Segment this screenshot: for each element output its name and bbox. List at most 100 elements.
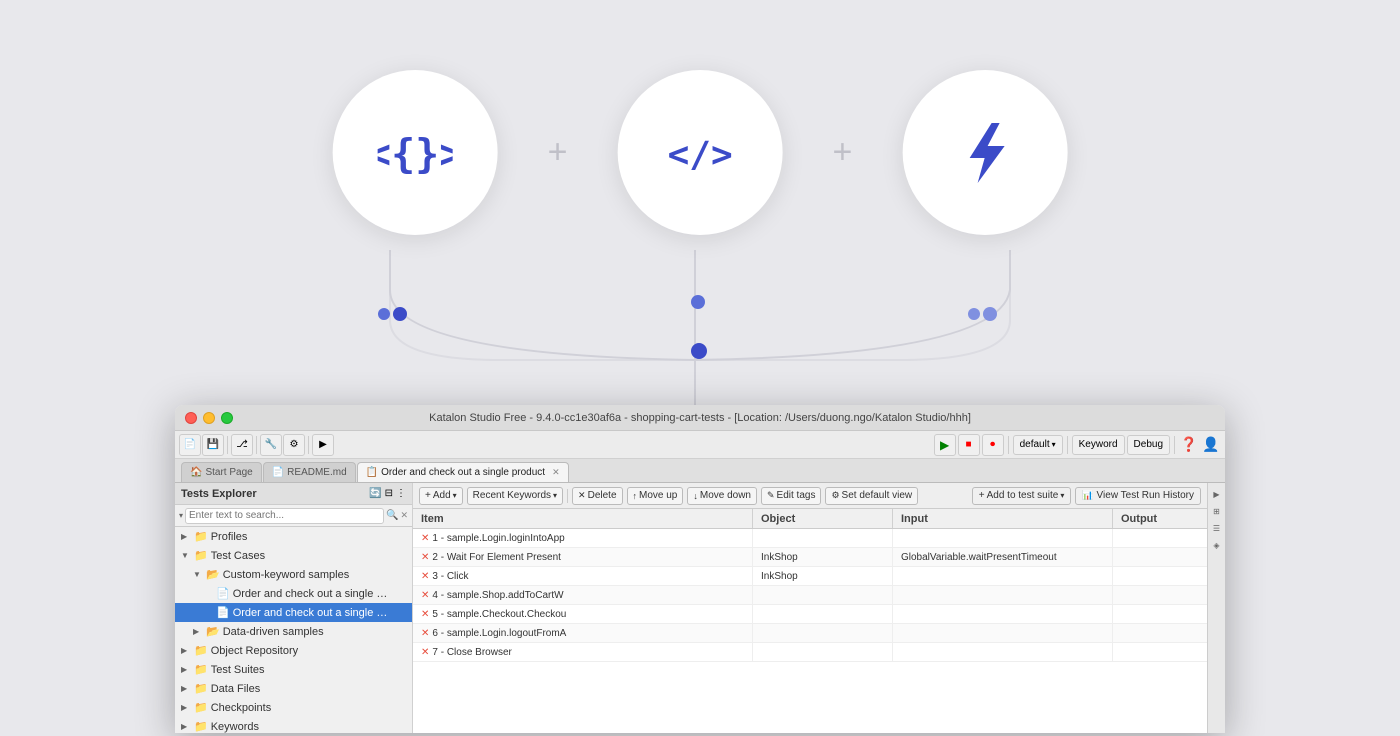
right-panel-btn-3[interactable]: ☰ [1210, 521, 1224, 535]
set-default-view-button[interactable]: ⚙ Set default view [825, 487, 918, 505]
recent-keywords-button[interactable]: Recent Keywords ▾ [467, 487, 563, 505]
toolbar: 📄 💾 ⎇ 🔧 ⚙ ▶ ▶ ■ ⏺ default ▾ Keyword Debu… [175, 431, 1225, 459]
table-row[interactable]: ✕2 - Wait For Element PresentInkShopGlob… [413, 548, 1207, 567]
sidebar-item-custom-keyword[interactable]: ▼ 📂 Custom-keyword samples [175, 565, 412, 584]
search-input[interactable] [185, 508, 384, 524]
sidebar-item-profiles[interactable]: ▶ 📁 Profiles [175, 527, 412, 546]
toolbar-icon-2[interactable]: 💾 [202, 434, 224, 456]
table-cell [893, 567, 1113, 585]
right-panel-btn-1[interactable]: ▶ [1210, 487, 1224, 501]
tab-close-btn[interactable]: ✕ [552, 467, 560, 478]
col-header-object: Object [753, 509, 893, 528]
toolbar-icon-3[interactable]: 🔧 [260, 434, 282, 456]
toolbar-icon-1[interactable]: 📄 [179, 434, 201, 456]
tab-readme[interactable]: 📄 README.md [263, 462, 356, 482]
data-driven-label: Data-driven samples [223, 626, 324, 638]
sidebar-item-test-cases[interactable]: ▼ 📁 Test Cases [175, 546, 412, 565]
center-bottom-dot [691, 343, 707, 359]
stop-button[interactable]: ■ [958, 434, 980, 456]
view-test-run-history-button[interactable]: 📊 View Test Run History [1075, 487, 1201, 505]
data-files-arrow: ▶ [181, 684, 191, 693]
table-row[interactable]: ✕7 - Close Browser [413, 643, 1207, 662]
view-history-label: View Test Run History [1097, 490, 1194, 501]
plus-icon-1: + [548, 133, 568, 172]
add-to-test-suite-button[interactable]: + Add to test suite ▾ [972, 487, 1072, 505]
table-cell [893, 586, 1113, 604]
edit-tags-button[interactable]: ✎ Edit tags [761, 487, 821, 505]
right-panel-btn-2[interactable]: ⊞ [1210, 504, 1224, 518]
toolbar-icon-4[interactable]: ⚙ [283, 434, 305, 456]
move-down-button[interactable]: ↓ Move down [687, 487, 757, 505]
delete-label: Delete [588, 490, 617, 501]
tab-order-product[interactable]: 📋 Order and check out a single product ✕ [357, 462, 569, 482]
keywords-icon: 📁 [194, 720, 208, 733]
traffic-light-green[interactable] [221, 412, 233, 424]
order-coupon-label: Order and check out a single product usi… [233, 607, 388, 619]
sidebar-item-order-single[interactable]: 📄 Order and check out a single product [175, 584, 412, 603]
start-page-label: Start Page [205, 467, 252, 478]
table-cell: ✕2 - Wait For Element Present [413, 548, 753, 566]
table-cell: GlobalVariable.waitPresentTimeout [893, 548, 1113, 566]
tab-start-page[interactable]: 🏠 Start Page [181, 462, 262, 482]
default-profile[interactable]: default ▾ [1013, 435, 1063, 455]
order-product-icon: 📋 [366, 467, 378, 478]
user-btn[interactable]: 👤 [1201, 435, 1221, 455]
sidebar-item-object-repo[interactable]: ▶ 📁 Object Repository [175, 641, 412, 660]
sidebar-title: Tests Explorer [181, 488, 257, 500]
sidebar-sync-icon[interactable]: 🔄 [369, 488, 381, 499]
data-driven-icon: 📂 [206, 625, 220, 638]
table-row[interactable]: ✕5 - sample.Checkout.Checkou [413, 605, 1207, 624]
clear-search-icon[interactable]: ✕ [400, 510, 408, 521]
search-icon[interactable]: 🔍 [386, 510, 398, 521]
content-area: + Add ▾ Recent Keywords ▾ ✕ Delete ↑ Mov… [413, 483, 1207, 733]
object-repo-label: Object Repository [211, 645, 298, 657]
sidebar-collapse-icon[interactable]: ⊟ [385, 488, 393, 499]
custom-keyword-label: Custom-keyword samples [223, 569, 350, 581]
table-cell: InkShop [753, 548, 893, 566]
record-button[interactable]: ⏺ [982, 434, 1004, 456]
checkpoints-arrow: ▶ [181, 703, 191, 712]
tab-bar: 🏠 Start Page 📄 README.md 📋 Order and che… [175, 459, 1225, 483]
test-cases-icon: 📁 [194, 549, 208, 562]
table-cell [1113, 605, 1207, 623]
help-btn[interactable]: ❓ [1179, 435, 1199, 455]
right-panel-btn-4[interactable]: ◈ [1210, 538, 1224, 552]
sidebar-item-data-driven[interactable]: ▶ 📂 Data-driven samples [175, 622, 412, 641]
run-button[interactable]: ▶ [934, 434, 956, 456]
order-coupon-icon: 📄 [216, 606, 230, 619]
katalon-icon-circle: <{}> [333, 70, 498, 235]
add-icon: + [425, 490, 431, 501]
sidebar-more-icon[interactable]: ⋮ [396, 488, 406, 499]
sidebar-item-checkpoints[interactable]: ▶ 📁 Checkpoints [175, 698, 412, 717]
table-row[interactable]: ✕4 - sample.Shop.addToCartW [413, 586, 1207, 605]
delete-icon: ✕ [578, 490, 586, 501]
table-cell [753, 643, 893, 661]
table-row[interactable]: ✕3 - ClickInkShop [413, 567, 1207, 586]
sidebar-item-test-suites[interactable]: ▶ 📁 Test Suites [175, 660, 412, 679]
traffic-light-yellow[interactable] [203, 412, 215, 424]
sidebar-item-data-files[interactable]: ▶ 📁 Data Files [175, 679, 412, 698]
data-driven-arrow: ▶ [193, 627, 203, 636]
move-up-button[interactable]: ↑ Move up [627, 487, 684, 505]
table-cell [1113, 529, 1207, 547]
checkpoints-label: Checkpoints [211, 702, 272, 714]
sidebar-item-order-coupon[interactable]: 📄 Order and check out a single product u… [175, 603, 412, 622]
table-cell [753, 605, 893, 623]
toolbar-icon-git[interactable]: ⎇ [231, 434, 253, 456]
sidebar-item-keywords[interactable]: ▶ 📁 Keywords [175, 717, 412, 733]
traffic-light-red[interactable] [185, 412, 197, 424]
toolbar-icon-5[interactable]: ▶ [312, 434, 334, 456]
edit-tags-icon: ✎ [767, 490, 775, 501]
table-cell: ✕5 - sample.Checkout.Checkou [413, 605, 753, 623]
keyword-btn[interactable]: Keyword [1072, 435, 1125, 455]
add-button[interactable]: + Add ▾ [419, 487, 463, 505]
table-row[interactable]: ✕6 - sample.Login.logoutFromA [413, 624, 1207, 643]
table-row[interactable]: ✕1 - sample.Login.loginIntoApp [413, 529, 1207, 548]
table-cell [753, 529, 893, 547]
table-cell: ✕4 - sample.Shop.addToCartW [413, 586, 753, 604]
delete-button[interactable]: ✕ Delete [572, 487, 622, 505]
order-single-icon: 📄 [216, 587, 230, 600]
debug-btn[interactable]: Debug [1127, 435, 1170, 455]
custom-keyword-icon: 📂 [206, 568, 220, 581]
keywords-label: Keywords [211, 721, 259, 733]
